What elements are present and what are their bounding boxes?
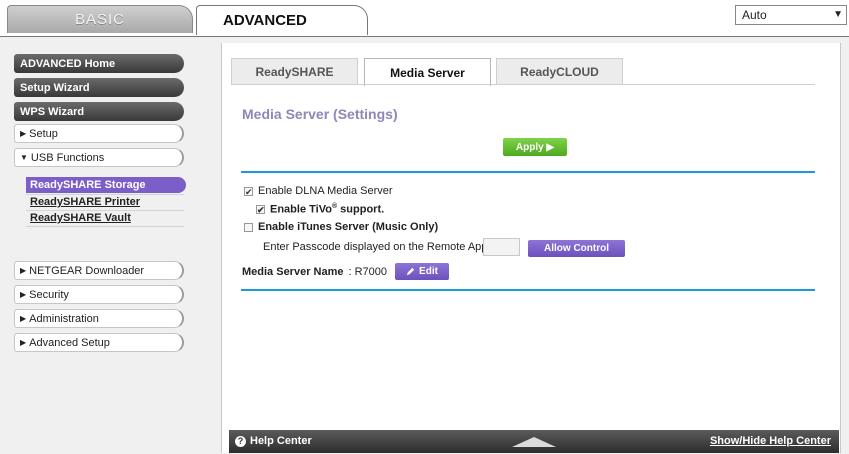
tab-media-server[interactable]: Media Server xyxy=(364,58,491,86)
sidebar-item-usb-functions[interactable]: ▼ USB Functions xyxy=(14,148,184,167)
sidebar-item-netgear-downloader[interactable]: ▶ NETGEAR Downloader xyxy=(14,261,184,280)
sidebar-item-label: Administration xyxy=(29,312,99,325)
media-server-name-label: Media Server Name xyxy=(242,266,344,278)
divider xyxy=(26,226,184,227)
enable-itunes-row: Enable iTunes Server (Music Only) xyxy=(244,221,438,233)
enable-itunes-checkbox[interactable] xyxy=(244,222,253,232)
enable-dlna-checkbox[interactable]: ✔ xyxy=(244,186,253,196)
allow-control-button[interactable]: Allow Control xyxy=(528,240,625,257)
sidebar-item-setup-wizard[interactable]: Setup Wizard xyxy=(14,78,184,97)
passcode-label: Enter Passcode displayed on the Remote A… xyxy=(263,241,488,253)
triangle-right-icon: ▶ xyxy=(20,338,27,347)
tab-advanced[interactable]: ADVANCED xyxy=(196,5,368,35)
divider xyxy=(241,171,815,173)
enable-tivo-checkbox[interactable]: ✔ xyxy=(256,204,265,214)
apply-button[interactable]: Apply ▶ xyxy=(503,138,567,156)
tab-readycloud[interactable]: ReadyCLOUD xyxy=(496,58,623,85)
enable-dlna-label: Enable DLNA Media Server xyxy=(258,185,393,197)
divider xyxy=(26,210,184,211)
triangle-right-icon: ▶ xyxy=(20,290,27,299)
sidebar-item-setup[interactable]: ▶ Setup xyxy=(14,124,184,143)
sidebar-item-label: USB Functions xyxy=(30,151,105,164)
media-server-name-value: : R7000 xyxy=(348,266,388,278)
sidebar-item-label: Security xyxy=(29,288,69,301)
expand-up-icon[interactable] xyxy=(512,437,556,447)
sidebar-subitem-readyshare-storage[interactable]: ReadySHARE Storage xyxy=(26,177,186,193)
sidebar-item-administration[interactable]: ▶ Administration xyxy=(14,309,184,328)
tab-basic[interactable]: BASIC xyxy=(7,5,193,33)
sidebar-subitem-readyshare-vault[interactable]: ReadySHARE Vault xyxy=(30,212,131,224)
sidebar-item-label: NETGEAR Downloader xyxy=(29,264,145,277)
media-server-name-row: Media Server Name : R7000 xyxy=(242,266,387,278)
passcode-input[interactable] xyxy=(483,238,520,256)
sidebar-item-security[interactable]: ▶ Security xyxy=(14,285,184,304)
sidebar-item-label: Setup xyxy=(29,127,58,140)
edit-button[interactable]: Edit xyxy=(395,263,449,280)
show-hide-help-link[interactable]: Show/Hide Help Center xyxy=(710,435,831,447)
sidebar-item-advanced-setup[interactable]: ▶ Advanced Setup xyxy=(14,333,184,352)
triangle-down-icon: ▼ xyxy=(20,153,28,162)
chevron-down-icon: ▼ xyxy=(833,9,843,20)
tab-underline xyxy=(231,84,815,85)
edit-label: Edit xyxy=(419,266,438,277)
enable-tivo-row: ✔ Enable TiVo® support. xyxy=(256,203,384,216)
enable-tivo-label: Enable TiVo xyxy=(270,203,332,216)
enable-dlna-row: ✔ Enable DLNA Media Server xyxy=(244,185,393,197)
page-title: Media Server (Settings) xyxy=(242,106,398,122)
sidebar-subitem-readyshare-printer[interactable]: ReadySHARE Printer xyxy=(30,196,140,208)
help-icon: ? xyxy=(235,435,246,447)
language-select[interactable]: Auto ▼ xyxy=(735,5,847,25)
triangle-right-icon: ▶ xyxy=(20,129,27,138)
language-select-value: Auto xyxy=(742,8,767,22)
pencil-icon xyxy=(406,267,415,276)
triangle-right-icon: ▶ xyxy=(20,314,27,323)
enable-tivo-label-suffix: support. xyxy=(337,203,385,216)
sidebar-item-advanced-home[interactable]: ADVANCED Home xyxy=(14,54,184,73)
divider xyxy=(241,289,815,291)
sidebar-item-wps-wizard[interactable]: WPS Wizard xyxy=(14,102,184,121)
enable-itunes-label: Enable iTunes Server (Music Only) xyxy=(258,221,439,233)
help-center-bar: ? Help Center Show/Hide Help Center xyxy=(229,430,839,453)
help-center-link[interactable]: ? Help Center xyxy=(235,435,312,447)
sidebar-item-label: Advanced Setup xyxy=(29,336,110,349)
help-center-label: Help Center xyxy=(250,435,312,447)
tab-readyshare[interactable]: ReadySHARE xyxy=(231,58,358,85)
triangle-right-icon: ▶ xyxy=(20,266,27,275)
divider xyxy=(26,194,184,195)
